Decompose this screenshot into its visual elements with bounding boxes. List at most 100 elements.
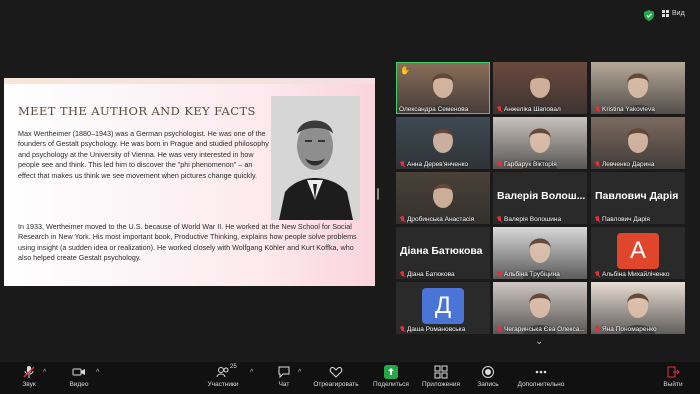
apps-label: Приложения [421, 381, 461, 388]
participant-name: Діана Батюкова [399, 271, 455, 278]
participant-tile[interactable]: Павлович Дарія Павлович Дарія [591, 172, 685, 224]
mic-off-icon [23, 366, 35, 378]
participant-name-label: Чегаринська Єва Олекса... [504, 326, 585, 333]
participant-display-name: Павлович Дарія [595, 190, 679, 202]
mic-off-icon [496, 161, 502, 168]
video-options-caret-icon[interactable]: ^ [96, 369, 99, 376]
slide-paragraph-2: In 1933, Wertheimer moved to the U.S. be… [18, 222, 357, 263]
participant-tile[interactable]: Kristina Yakovleva [591, 62, 685, 114]
participant-name: Анна Дерев'янченко [399, 161, 468, 168]
share-screen-icon [384, 365, 398, 379]
mic-off-icon [399, 326, 405, 333]
mic-off-icon [594, 106, 600, 113]
mic-off-icon [496, 326, 502, 333]
participant-name-label: Анжеліка Шаповал [504, 106, 561, 113]
record-button[interactable]: Запись [476, 365, 500, 388]
participant-gallery: ✋ Олександра Семенова Анжеліка Шаповал Kris… [396, 62, 685, 334]
apps-button[interactable]: Приложения [420, 365, 462, 388]
participant-name-label: Олександра Семенова [399, 106, 469, 113]
participant-name-label: Левченко Дарина [602, 161, 655, 168]
record-icon [482, 366, 494, 378]
participant-display-name: Діана Батюкова [400, 245, 483, 257]
meeting-toolbar: Звук ^ Видео ^ 25 Участники ^ Чат ^ Отре… [0, 362, 700, 394]
mic-off-icon [594, 161, 600, 168]
participant-name: Анжеліка Шаповал [496, 106, 561, 113]
camera-icon [72, 368, 85, 376]
participant-name: Чегаринська Єва Олекса... [496, 326, 585, 333]
more-button[interactable]: Дополнительно [515, 365, 567, 388]
chat-button[interactable]: Чат [276, 365, 292, 388]
participant-name-label: Альбіна Михайліченко [602, 271, 670, 278]
participant-tile[interactable]: Альбіна Трубіцина [493, 227, 587, 279]
chat-label: Чат [278, 381, 290, 388]
leave-icon [667, 366, 680, 378]
apps-icon [434, 365, 448, 379]
audio-label: Звук [22, 381, 36, 388]
avatar: А [617, 233, 659, 269]
avatar: Д [422, 288, 464, 324]
participant-tile[interactable]: Дробинська Анастасія [396, 172, 490, 224]
participants-label: Участники [207, 381, 239, 388]
participants-icon [216, 367, 229, 378]
participant-name: Валерія Волошина [496, 216, 561, 223]
participant-name-label: Альбіна Трубіцина [504, 271, 560, 278]
participant-name-label: Kristina Yakovleva [602, 106, 655, 113]
leave-label: Выйти [663, 381, 683, 388]
shield-icon [644, 10, 654, 21]
participant-tile[interactable]: Діана Батюкова Діана Батюкова [396, 227, 490, 279]
shared-screen: MEET THE AUTHOR AND KEY FACTS Max Werthe… [4, 78, 375, 286]
participants-count: 25 [230, 364, 237, 370]
participant-name-label: Даша Романовська [407, 326, 466, 333]
more-label: Дополнительно [517, 381, 565, 388]
participant-name-label: Валерія Волошина [504, 216, 562, 223]
participant-name: Левченко Дарина [594, 161, 654, 168]
leave-button[interactable]: Выйти [663, 365, 683, 388]
react-label: Отреагировать [313, 381, 359, 388]
grid-icon [662, 10, 669, 17]
participant-name: Альбіна Михайліченко [594, 271, 670, 278]
participant-name-label: Анна Дерев'янченко [407, 161, 469, 168]
participant-tile[interactable]: Гарбарук Вікторія [493, 117, 587, 169]
participant-name: Даша Романовська [399, 326, 465, 333]
participant-name: Дробинська Анастасія [399, 216, 474, 223]
participant-tile[interactable]: А Альбіна Михайліченко [591, 227, 685, 279]
participant-name: Альбіна Трубіцина [496, 271, 560, 278]
participant-name-label: Гарбарук Вікторія [504, 161, 557, 168]
participants-options-caret-icon[interactable]: ^ [250, 369, 253, 376]
mic-off-icon [594, 216, 600, 223]
participant-name-label: Павлович Дарія [602, 216, 650, 223]
participant-name: Олександра Семенова [399, 106, 468, 113]
audio-button[interactable]: Звук [17, 365, 41, 388]
participant-name-label: Дробинська Анастасія [407, 216, 475, 223]
participant-name: Гарбарук Вікторія [496, 161, 557, 168]
resize-handle[interactable] [377, 188, 379, 200]
participants-button[interactable]: 25 Участники [206, 364, 240, 388]
chat-options-caret-icon[interactable]: ^ [298, 369, 301, 376]
participant-name: Яна Пономаренко [594, 326, 657, 333]
view-label: Вид [672, 10, 685, 17]
participant-tile[interactable]: Яна Пономаренко [591, 282, 685, 334]
record-label: Запись [477, 381, 499, 388]
share-label: Поделиться [373, 381, 409, 388]
participant-display-name: Валерія Волош... [497, 190, 586, 202]
video-button[interactable]: Видео [66, 365, 92, 388]
heart-icon [329, 367, 343, 378]
participant-name-label: Яна Пономаренко [602, 326, 657, 333]
mic-off-icon [594, 271, 600, 278]
participant-tile[interactable]: Чегаринська Єва Олекса... [493, 282, 587, 334]
slide-paragraph-1: Max Wertheimer (1880–1943) was a German … [18, 129, 269, 180]
share-button[interactable]: Поделиться [372, 365, 410, 388]
participant-tile[interactable]: Левченко Дарина [591, 117, 685, 169]
mic-off-icon [496, 271, 502, 278]
view-button[interactable]: Вид [662, 10, 685, 17]
participant-tile[interactable]: Валерія Волош... Валерія Волошина [493, 172, 587, 224]
react-button[interactable]: Отреагировать [312, 365, 360, 388]
participant-name: Kristina Yakovleva [594, 106, 655, 113]
chevron-down-icon[interactable]: ⌄ [535, 336, 543, 347]
participant-tile[interactable]: Д Даша Романовська [396, 282, 490, 334]
participant-tile[interactable]: ✋ Олександра Семенова [396, 62, 490, 114]
participant-name-label: Діана Батюкова [407, 271, 455, 278]
participant-tile[interactable]: Анжеліка Шаповал [493, 62, 587, 114]
audio-options-caret-icon[interactable]: ^ [43, 369, 46, 376]
participant-tile[interactable]: Анна Дерев'янченко [396, 117, 490, 169]
